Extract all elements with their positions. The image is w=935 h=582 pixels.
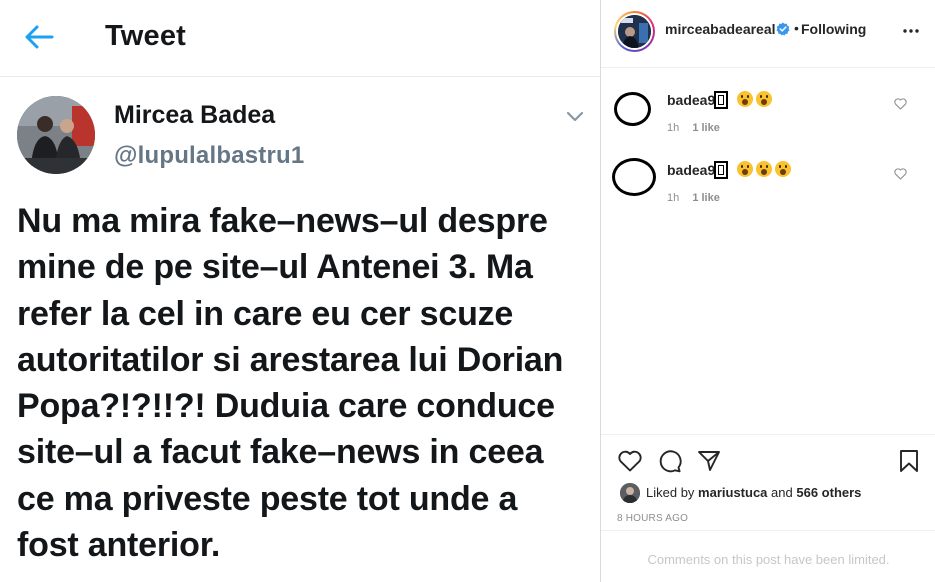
liked-by-user[interactable]: mariustuca <box>698 485 767 500</box>
tweet-author-name: Mircea Badea <box>114 101 276 129</box>
liked-by-row: Liked by mariustuca and 566 others <box>620 483 920 503</box>
share-icon[interactable] <box>696 448 722 474</box>
astonished-face-icon <box>737 161 753 177</box>
liked-by-others[interactable]: 566 others <box>796 485 861 500</box>
astonished-face-icon <box>737 91 753 107</box>
comment-emojis <box>737 91 775 107</box>
comment-time: 1h <box>667 192 680 204</box>
comment-username[interactable]: badea9 <box>667 162 715 178</box>
comment-item: badea9 1h 1 like <box>601 91 935 152</box>
post-header: mirceabadeareal • Following <box>601 0 935 68</box>
heart-icon[interactable] <box>894 168 907 180</box>
back-arrow-icon[interactable] <box>24 24 54 50</box>
comment-avatar[interactable] <box>614 92 651 126</box>
comments-limited-notice: Comments on this post have been limited. <box>647 552 890 567</box>
post-username[interactable]: mirceabadeareal <box>665 21 776 37</box>
following-button[interactable]: Following <box>801 21 866 37</box>
comment-emojis <box>737 161 794 177</box>
more-options-icon[interactable] <box>902 22 920 40</box>
comment-likes[interactable]: 1 like <box>692 122 720 134</box>
post-actions: Liked by mariustuca and 566 others 8 HOU… <box>601 434 935 530</box>
heart-icon[interactable] <box>894 98 907 110</box>
tweet-header: Tweet <box>0 0 600 77</box>
like-heart-icon[interactable] <box>617 448 643 474</box>
comments-footer: Comments on this post have been limited. <box>601 530 935 582</box>
comment-icon[interactable] <box>657 448 683 474</box>
liked-by-text: Liked by mariustuca and 566 others <box>646 485 862 500</box>
redaction-box <box>714 91 728 109</box>
comment-username[interactable]: badea9 <box>667 92 715 108</box>
separator-dot: • <box>794 20 799 36</box>
liked-by-avatar[interactable] <box>620 483 640 503</box>
comment-time: 1h <box>667 122 680 134</box>
astonished-face-icon <box>756 161 772 177</box>
tweet-body-text: Nu ma mira fake–news–ul despre mine de p… <box>17 202 564 565</box>
tweet-title: Tweet <box>105 20 187 52</box>
post-timestamp[interactable]: 8 HOURS AGO <box>617 513 688 524</box>
astonished-face-icon <box>775 161 791 177</box>
chevron-down-icon[interactable] <box>565 110 585 124</box>
tweet-screenshot: Tweet Mircea Badea @lupulalbastru1 Nu ma… <box>0 0 600 582</box>
comment-avatar[interactable] <box>612 158 656 196</box>
comment-meta: 1h 1 like <box>667 122 730 134</box>
comment-meta: 1h 1 like <box>667 192 730 204</box>
verified-icon <box>776 22 790 36</box>
astonished-face-icon <box>756 91 772 107</box>
tweet-avatar[interactable] <box>17 96 95 174</box>
bookmark-icon[interactable] <box>896 448 922 474</box>
comment-likes[interactable]: 1 like <box>692 192 720 204</box>
comment-item: badea9 1h 1 like <box>601 158 935 222</box>
tweet-author-handle: @lupulalbastru1 <box>114 142 305 169</box>
profile-avatar[interactable] <box>614 11 655 52</box>
redaction-box <box>714 161 728 179</box>
instagram-post-panel: mirceabadeareal • Following badea9 1h 1 … <box>600 0 935 582</box>
